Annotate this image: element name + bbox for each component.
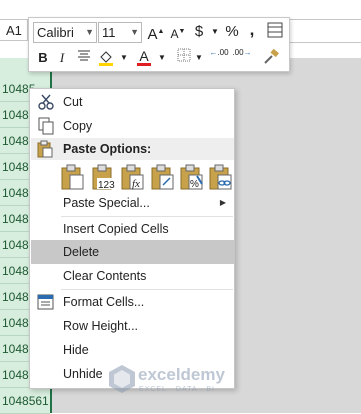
chevron-down-icon[interactable]: ▼ [152,48,172,68]
fill-color-button[interactable] [96,48,116,68]
increase-decimal-button[interactable]: ←.00 [209,48,229,68]
hide-menu-item[interactable]: Hide [31,338,234,362]
font-color-button[interactable]: A [134,46,154,66]
delete-menu-item[interactable]: Delete [31,240,234,264]
row-height-menu-item[interactable]: Row Height... [31,314,234,338]
format-table-button[interactable] [265,22,285,42]
watermark: exceldemy EXCEL · DATA · BI [108,362,258,398]
decrease-decimal-button[interactable]: .00→ [232,48,252,68]
name-box[interactable]: A1 [0,19,28,41]
paint-bucket-icon [99,51,113,66]
watermark-name: exceldemy [138,365,225,384]
paste-icon[interactable] [61,164,85,190]
italic-button[interactable]: I [52,48,72,68]
chevron-down-icon: ▼ [85,27,94,37]
chevron-down-icon[interactable]: ▼ [114,48,134,68]
paste-transpose-icon[interactable] [151,164,175,190]
align-center-button[interactable] [74,48,94,68]
scissors-icon [37,93,55,111]
paste-options-header: Paste Options: [31,138,234,160]
format-painter-button[interactable] [261,48,281,68]
context-menu: Cut Copy Paste Options: 123 fx % Paste S… [29,88,235,389]
svg-text:123: 123 [98,180,115,190]
cut-menu-item[interactable]: Cut [31,90,234,114]
watermark-tagline: EXCEL · DATA · BI [139,386,215,393]
insert-copied-cells-menu-item[interactable]: Insert Copied Cells [31,217,234,241]
shrink-font-button[interactable]: A▼ [168,22,188,42]
mini-toolbar: Calibri ▼ 11 ▼ A▲ A▼ $ ▼ % , B I ▼ A ▼ ▼ ←… [28,17,290,72]
font-size-select[interactable]: 11 ▼ [98,22,142,43]
row-header[interactable]: 1048561 [0,388,50,414]
font-name-select[interactable]: Calibri ▼ [33,22,97,43]
svg-text:%: % [190,179,199,190]
bold-button[interactable]: B [33,48,53,68]
exceldemy-logo-icon [109,365,135,393]
paste-formatting-icon[interactable]: % [180,164,204,190]
percent-style-button[interactable]: % [222,22,242,42]
copy-icon [37,117,55,135]
copy-menu-item[interactable]: Copy [31,114,234,138]
paintbrush-icon [264,48,279,64]
chevron-down-icon[interactable]: ▼ [189,48,209,68]
formula-input[interactable] [290,19,361,43]
align-center-icon [78,50,90,61]
paste-special-menu-item[interactable]: Paste Special... ▶ [31,191,234,215]
paste-link-icon[interactable] [209,164,233,190]
grow-font-button[interactable]: A▲ [146,22,166,43]
format-cells-icon [37,293,55,311]
format-cells-menu-item[interactable]: Format Cells... [31,290,234,314]
clipboard-icon [36,140,54,165]
submenu-arrow-icon: ▶ [219,198,226,207]
svg-text:fx: fx [132,178,140,190]
paste-formulas-icon[interactable]: fx [121,164,145,190]
font-color-swatch [137,63,151,66]
comma-style-button[interactable]: , [242,20,262,40]
paste-values-icon[interactable]: 123 [92,164,116,191]
clear-contents-menu-item[interactable]: Clear Contents [31,264,234,288]
table-icon [267,22,283,38]
chevron-down-icon: ▼ [130,27,139,37]
